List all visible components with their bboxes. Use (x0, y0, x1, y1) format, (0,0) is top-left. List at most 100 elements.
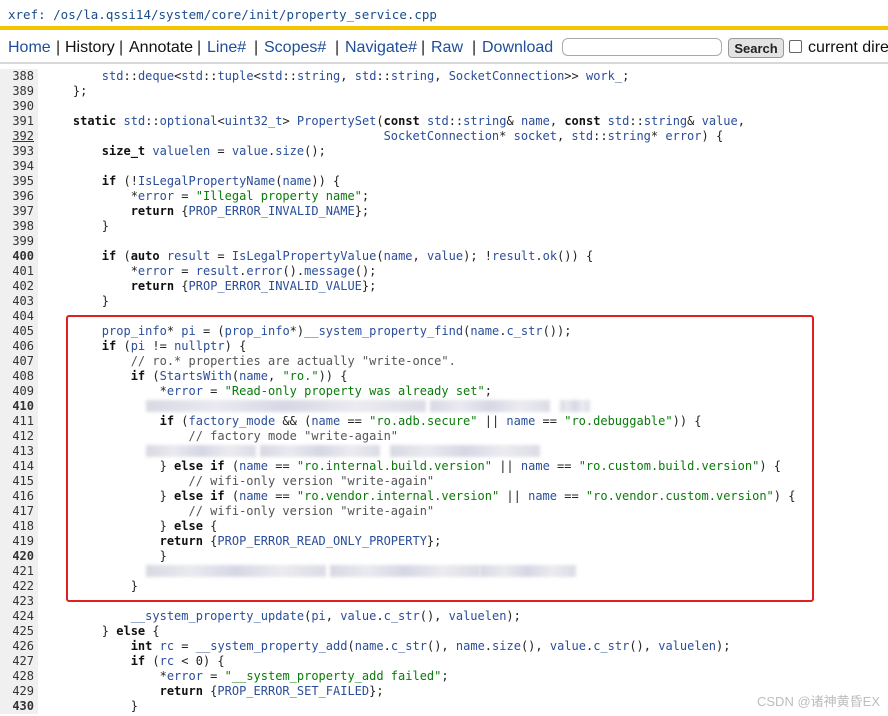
line-number[interactable]: 397 (0, 204, 38, 219)
line-number[interactable]: 427 (0, 654, 38, 669)
nav-separator: | (56, 39, 61, 56)
search-input[interactable] (562, 38, 722, 56)
line-number[interactable]: 409 (0, 384, 38, 399)
code-line: 408 if (StartsWith(name, "ro.")) { (0, 369, 888, 384)
line-number[interactable]: 428 (0, 669, 38, 684)
code-line: 409 *error = "Read-only property was alr… (0, 384, 888, 399)
code-text: std::deque<std::tuple<std::string, std::… (101, 69, 630, 83)
code-line: 427 if (rc < 0) { (0, 654, 888, 669)
code-line: 389 }; (0, 84, 888, 99)
code-text: return {PROP_ERROR_READ_ONLY_PROPERTY}; (159, 534, 442, 548)
code-text: if (factory_mode && (name == "ro.adb.sec… (159, 414, 702, 428)
nav-annotate-link[interactable]: Annotate (129, 39, 193, 57)
search-button[interactable]: Search (728, 38, 784, 58)
code-text: *error = "__system_property_add failed"; (44, 669, 449, 683)
code-text: if (StartsWith(name, "ro.")) { (130, 369, 348, 383)
line-number[interactable]: 411 (0, 414, 38, 429)
code-line: 403 } (0, 294, 888, 309)
nav-download-link[interactable]: Download (482, 39, 553, 57)
code-line: 399 (0, 234, 888, 249)
nav-separator: | (421, 39, 426, 56)
line-number[interactable]: 404 (0, 309, 38, 324)
code-text: } (44, 549, 167, 563)
code-text: // factory mode "write-again" (188, 429, 399, 443)
code-text: // wifi-only version "write-again" (188, 474, 435, 488)
nav-separator: | (472, 39, 477, 56)
code-line: 401 *error = result.error().message(); (0, 264, 888, 279)
line-number[interactable]: 424 (0, 609, 38, 624)
line-number[interactable]: 423 (0, 594, 38, 609)
line-number[interactable]: 417 (0, 504, 38, 519)
line-number[interactable]: 405 (0, 324, 38, 339)
redacted-text (146, 445, 256, 457)
line-number[interactable]: 410 (0, 399, 38, 414)
line-number[interactable]: 407 (0, 354, 38, 369)
code-line: 415 // wifi-only version "write-again" (0, 474, 888, 489)
nav-line-link[interactable]: Line# (207, 39, 246, 57)
redacted-text (560, 400, 590, 412)
code-line: 429 return {PROP_ERROR_SET_FAILED}; (0, 684, 888, 699)
line-number[interactable]: 403 (0, 294, 38, 309)
nav-history-link[interactable]: History (65, 39, 115, 57)
line-number[interactable]: 390 (0, 99, 38, 114)
redacted-text (390, 445, 540, 457)
line-number[interactable]: 430 (0, 699, 38, 714)
line-number[interactable]: 402 (0, 279, 38, 294)
code-line: 420 } (0, 549, 888, 564)
code-text: int rc = __system_property_add(name.c_st… (130, 639, 731, 653)
code-text: return {PROP_ERROR_INVALID_NAME}; (130, 204, 370, 218)
line-number[interactable]: 419 (0, 534, 38, 549)
code-line: 419 return {PROP_ERROR_READ_ONLY_PROPERT… (0, 534, 888, 549)
line-number[interactable]: 391 (0, 114, 38, 129)
code-text: size_t valuelen = value.size(); (101, 144, 326, 158)
nav-home-link[interactable]: Home (8, 39, 51, 57)
line-number[interactable]: 414 (0, 459, 38, 474)
line-number[interactable]: 412 (0, 429, 38, 444)
line-number[interactable]: 421 (0, 564, 38, 579)
line-number[interactable]: 408 (0, 369, 38, 384)
line-number[interactable]: 399 (0, 234, 38, 249)
line-number[interactable]: 416 (0, 489, 38, 504)
line-number[interactable]: 406 (0, 339, 38, 354)
nav-navigate-link[interactable]: Navigate# (345, 39, 417, 57)
code-text: if (rc < 0) { (130, 654, 225, 668)
line-number[interactable]: 395 (0, 174, 38, 189)
nav-raw-link[interactable]: Raw (431, 39, 463, 57)
line-number[interactable]: 426 (0, 639, 38, 654)
code-line: 423 (0, 594, 888, 609)
line-number[interactable]: 425 (0, 624, 38, 639)
line-number[interactable]: 400 (0, 249, 38, 264)
code-text: *error = "Illegal property name"; (44, 189, 370, 203)
line-number[interactable]: 398 (0, 219, 38, 234)
line-number[interactable]: 389 (0, 84, 38, 99)
xref-path[interactable]: xref: /os/la.qssi14/system/core/init/pro… (8, 7, 437, 22)
current-directory-checkbox[interactable] (789, 40, 802, 53)
line-number[interactable]: 413 (0, 444, 38, 459)
code-text: *error = result.error().message(); (44, 264, 377, 278)
line-number[interactable]: 393 (0, 144, 38, 159)
line-number[interactable]: 394 (0, 159, 38, 174)
line-number[interactable]: 392 (0, 129, 38, 144)
code-text: } else { (44, 624, 160, 638)
code-line: 400 if (auto result = IsLegalPropertyVal… (0, 249, 888, 264)
line-number[interactable]: 422 (0, 579, 38, 594)
redacted-text (430, 400, 550, 412)
redacted-text (146, 565, 326, 577)
nav-scopes-link[interactable]: Scopes# (264, 39, 326, 57)
line-number[interactable]: 420 (0, 549, 38, 564)
code-line: 410 (0, 399, 888, 414)
code-line: 407 // ro.* properties are actually "wri… (0, 354, 888, 369)
line-number[interactable]: 429 (0, 684, 38, 699)
line-number[interactable]: 396 (0, 189, 38, 204)
line-number[interactable]: 418 (0, 519, 38, 534)
code-line: 425 } else { (0, 624, 888, 639)
code-line: 411 if (factory_mode && (name == "ro.adb… (0, 414, 888, 429)
nav-separator: | (335, 39, 340, 56)
line-number[interactable]: 401 (0, 264, 38, 279)
nav-separator: | (254, 39, 259, 56)
code-line: 393 size_t valuelen = value.size(); (0, 144, 888, 159)
code-line: 404 (0, 309, 888, 324)
code-line: 412 // factory mode "write-again" (0, 429, 888, 444)
line-number[interactable]: 415 (0, 474, 38, 489)
line-number[interactable]: 388 (0, 69, 38, 84)
